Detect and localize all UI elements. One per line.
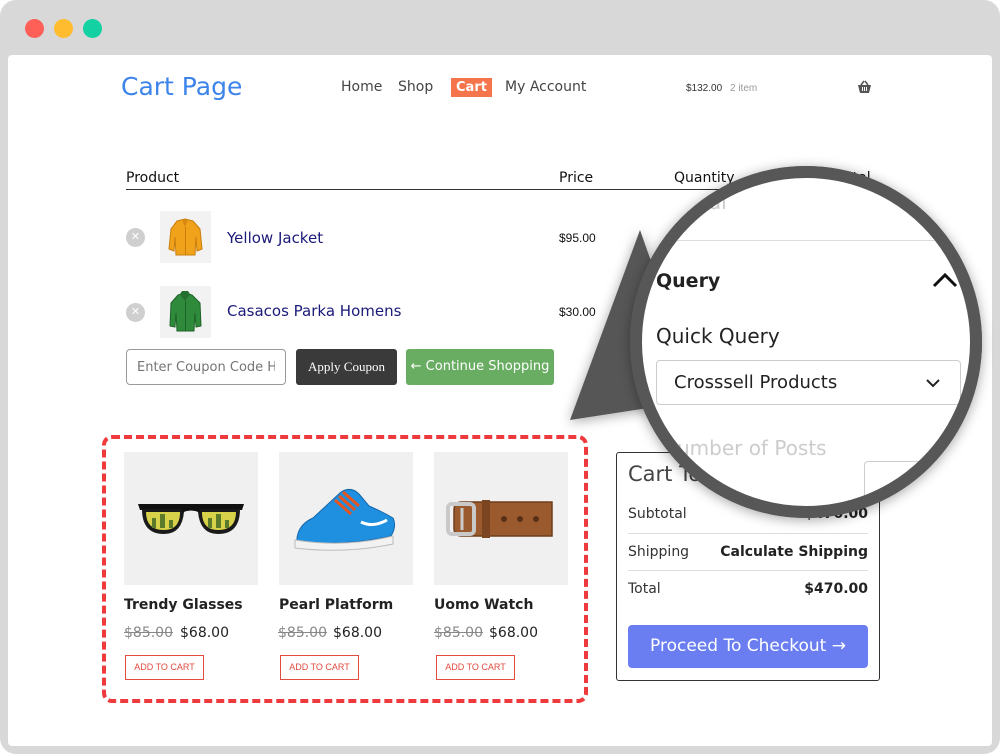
calculate-shipping-link[interactable]: Calculate Shipping — [720, 544, 868, 560]
total-value: $470.00 — [804, 581, 868, 597]
add-to-cart-button[interactable]: ADD TO CART — [436, 655, 515, 680]
mini-cart-price[interactable]: $132.00 — [686, 83, 722, 94]
sunglasses-image[interactable] — [124, 452, 258, 585]
quick-query-selected-value[interactable]: Crosssell Products — [674, 372, 837, 393]
crosssell-old-price: $85.00 — [278, 625, 327, 641]
add-to-cart-button[interactable]: ADD TO CART — [280, 655, 359, 680]
crosssell-sale-price: $68.00 — [180, 625, 229, 641]
site-title[interactable]: Cart Page — [121, 72, 242, 101]
nav-my-account[interactable]: My Account — [505, 79, 586, 95]
cart-item-price: $30.00 — [559, 305, 596, 319]
cart-item-name[interactable]: Yellow Jacket — [227, 229, 323, 247]
mini-cart-count[interactable]: 2 item — [730, 83, 757, 94]
nav-shop[interactable]: Shop — [398, 79, 433, 95]
nav-cart[interactable]: Cart — [451, 78, 492, 97]
green-parka-image[interactable] — [160, 286, 211, 338]
cart-item-name[interactable]: Casacos Parka Homens — [227, 302, 401, 320]
crosssell-name[interactable]: Uomo Watch — [434, 597, 533, 613]
continue-shopping-button[interactable]: ← Continue Shopping — [406, 349, 554, 385]
basket-icon[interactable] — [857, 80, 872, 94]
remove-item-icon[interactable]: ✕ — [126, 303, 145, 322]
crosssell-sale-price: $68.00 — [333, 625, 382, 641]
proceed-to-checkout-button[interactable]: Proceed To Checkout → — [628, 625, 868, 668]
total-label: Total — [628, 581, 661, 597]
crosssell-old-price: $85.00 — [124, 625, 173, 641]
query-section-title[interactable]: Query — [656, 270, 720, 292]
totals-divider — [628, 533, 868, 534]
crosssell-name[interactable]: Trendy Glasses — [124, 597, 243, 613]
number-of-posts-label: Number of Posts — [662, 436, 827, 460]
remove-item-icon[interactable]: ✕ — [126, 228, 145, 247]
column-product: Product — [126, 170, 180, 186]
coupon-code-input[interactable] — [126, 349, 286, 385]
add-to-cart-button[interactable]: ADD TO CART — [125, 655, 204, 680]
crosssell-sale-price: $68.00 — [489, 625, 538, 641]
subtotal-label: Subtotal — [628, 506, 687, 522]
apply-coupon-button[interactable]: Apply Coupon — [296, 349, 397, 385]
sneaker-image[interactable] — [279, 452, 413, 585]
column-quantity: Quantity — [674, 170, 735, 186]
close-window-button[interactable] — [25, 19, 44, 38]
quick-query-label: Quick Query — [656, 324, 780, 348]
yellow-jacket-image[interactable] — [160, 211, 211, 263]
belt-image[interactable] — [434, 452, 568, 585]
nav-home[interactable]: Home — [341, 79, 382, 95]
crosssell-name[interactable]: Pearl Platform — [279, 597, 393, 613]
crosssell-old-price: $85.00 — [434, 625, 483, 641]
chevron-down-icon[interactable] — [925, 378, 941, 388]
column-price: Price — [559, 170, 594, 186]
totals-divider — [628, 570, 868, 571]
shipping-label: Shipping — [628, 544, 690, 560]
magnified-divider — [656, 240, 961, 241]
minimize-window-button[interactable] — [54, 19, 73, 38]
chevron-up-icon[interactable] — [932, 272, 958, 288]
maximize-window-button[interactable] — [83, 19, 102, 38]
cart-item-price: $95.00 — [559, 231, 596, 245]
